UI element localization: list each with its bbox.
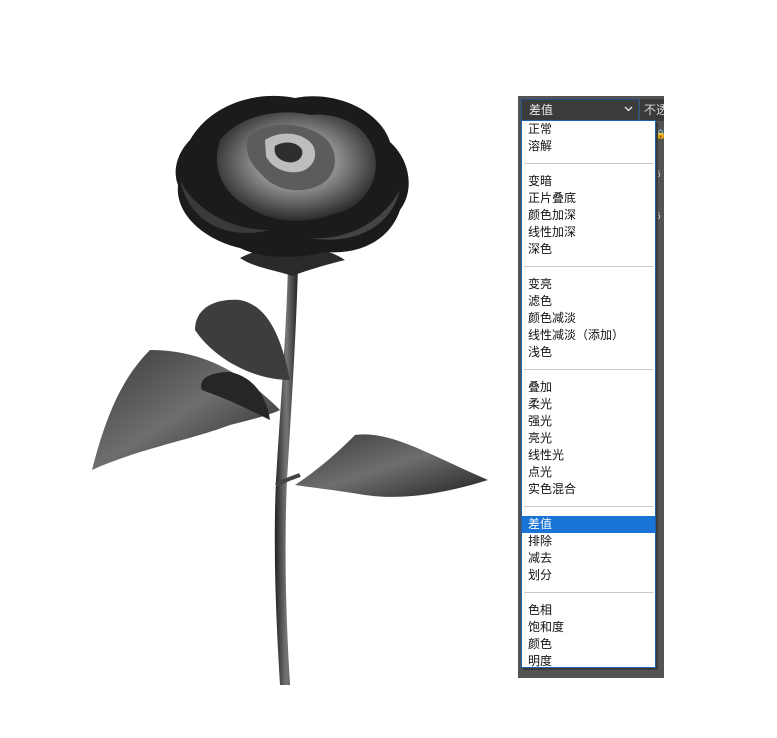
menu-item-pin-light[interactable]: 点光 (522, 464, 655, 481)
menu-separator (524, 266, 653, 267)
blend-mode-select[interactable]: 差值 (521, 99, 639, 121)
menu-item-luminosity[interactable]: 明度 (522, 653, 655, 670)
menu-item-normal[interactable]: 正常 (522, 121, 655, 138)
menu-item-linear-burn[interactable]: 线性加深 (522, 224, 655, 241)
menu-item-lighter-color[interactable]: 浅色 (522, 344, 655, 361)
menu-item-color[interactable]: 颜色 (522, 636, 655, 653)
menu-item-hard-mix[interactable]: 实色混合 (522, 481, 655, 498)
menu-item-soft-light[interactable]: 柔光 (522, 396, 655, 413)
chevron-down-icon (624, 106, 633, 112)
layer-row-icon[interactable]: 6 (655, 170, 664, 180)
menu-item-linear-light[interactable]: 线性光 (522, 447, 655, 464)
menu-item-subtract[interactable]: 减去 (522, 550, 655, 567)
menu-item-hard-light[interactable]: 强光 (522, 413, 655, 430)
menu-group-normal: 正常 溶解 (522, 121, 655, 155)
menu-item-exclusion[interactable]: 排除 (522, 533, 655, 550)
rose-image (92, 95, 488, 685)
menu-item-overlay[interactable]: 叠加 (522, 379, 655, 396)
menu-group-component: 色相 饱和度 颜色 明度 (522, 602, 655, 670)
opacity-label: 不透 (640, 99, 664, 121)
menu-item-multiply[interactable]: 正片叠底 (522, 190, 655, 207)
menu-item-darken[interactable]: 变暗 (522, 173, 655, 190)
menu-item-divide[interactable]: 划分 (522, 567, 655, 584)
menu-item-color-dodge[interactable]: 颜色减淡 (522, 310, 655, 327)
menu-item-difference[interactable]: 差值 (522, 516, 655, 533)
menu-item-screen[interactable]: 滤色 (522, 293, 655, 310)
menu-item-linear-dodge[interactable]: 线性减淡（添加） (522, 327, 655, 344)
layer-row-icon[interactable]: 6 (655, 212, 664, 222)
blend-mode-menu: 正常 溶解 变暗 正片叠底 颜色加深 线性加深 深色 变亮 滤色 颜色减淡 线性… (521, 120, 656, 668)
menu-item-dissolve[interactable]: 溶解 (522, 138, 655, 155)
menu-separator (524, 592, 653, 593)
menu-item-lighten[interactable]: 变亮 (522, 276, 655, 293)
menu-group-contrast: 叠加 柔光 强光 亮光 线性光 点光 实色混合 (522, 379, 655, 498)
menu-group-lighten: 变亮 滤色 颜色减淡 线性减淡（添加） 浅色 (522, 276, 655, 361)
menu-item-color-burn[interactable]: 颜色加深 (522, 207, 655, 224)
blend-mode-value: 差值 (529, 103, 554, 117)
menu-separator (524, 506, 653, 507)
menu-item-vivid-light[interactable]: 亮光 (522, 430, 655, 447)
menu-group-inversion: 差值 排除 减去 划分 (522, 516, 655, 584)
menu-item-darker-color[interactable]: 深色 (522, 241, 655, 258)
menu-separator (524, 163, 653, 164)
menu-item-hue[interactable]: 色相 (522, 602, 655, 619)
menu-group-darken: 变暗 正片叠底 颜色加深 线性加深 深色 (522, 173, 655, 258)
lock-icon[interactable]: 🔒 (655, 130, 666, 140)
menu-separator (524, 369, 653, 370)
menu-item-saturation[interactable]: 饱和度 (522, 619, 655, 636)
